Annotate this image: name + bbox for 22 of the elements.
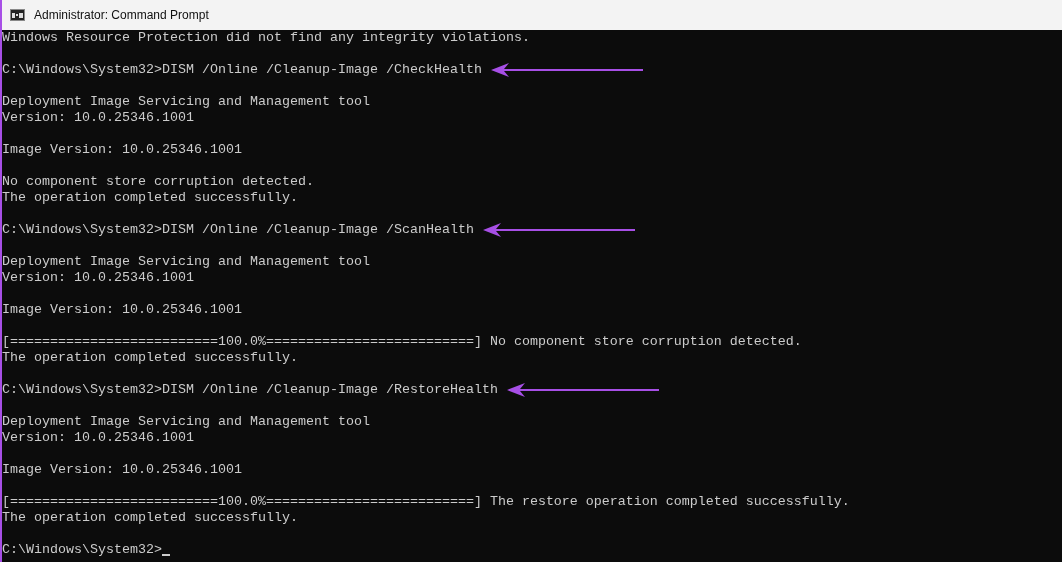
console-line: The operation completed successfully. [2,350,298,366]
console-line: Deployment Image Servicing and Management tool [2,254,370,270]
console-line: Image Version: 10.0.25346.1001 [2,462,242,478]
console-line: C:\Windows\System32>DISM /Online /Cleanup-Image /ScanHealth [2,222,474,238]
console-line: Version: 10.0.25346.1001 [2,430,194,446]
console-line: The operation completed successfully. [2,510,298,526]
console-line: No component store corruption detected. [2,174,314,190]
console-line: C:\Windows\System32>DISM /Online /Cleanup-Image /RestoreHealth [2,382,498,398]
console-line: Image Version: 10.0.25346.1001 [2,302,242,318]
console-line: [==========================100.0%==========================] The restore operation completed successfully. [2,494,850,510]
console-line: The operation completed successfully. [2,190,298,206]
console-line: Deployment Image Servicing and Management tool [2,414,370,430]
console-line: C:\Windows\System32>DISM /Online /Cleanup-Image /CheckHealth [2,62,482,78]
console-line: Windows Resource Protection did not find any integrity violations. [2,30,530,46]
console-line: [==========================100.0%==========================] No component store corruption detected. [2,334,802,350]
console-line: Deployment Image Servicing and Management tool [2,94,370,110]
console-line: Image Version: 10.0.25346.1001 [2,142,242,158]
console-line: Version: 10.0.25346.1001 [2,270,194,286]
console-line: Version: 10.0.25346.1001 [2,110,194,126]
console-icon [10,9,25,21]
window-title: Administrator: Command Prompt [34,8,209,22]
console-line: C:\Windows\System32> [2,542,162,558]
